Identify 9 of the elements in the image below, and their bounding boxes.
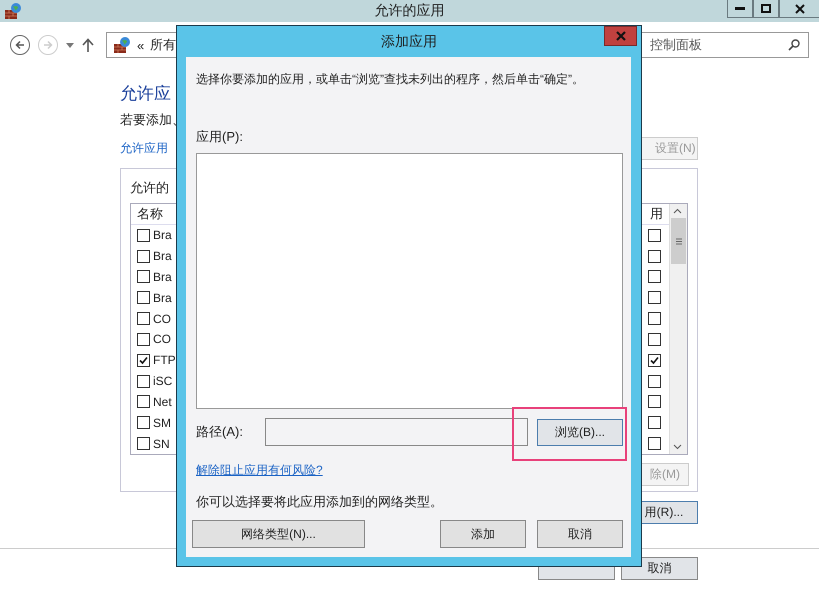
instruction-text: 选择你要添加的应用，或单击“浏览”查找未列出的程序，然后单击“确定”。 (196, 71, 585, 88)
dialog-title: 添加应用 (381, 33, 437, 51)
apps-label: 应用(P): (196, 128, 244, 146)
window-title: 允许的应用 (374, 2, 444, 20)
path-label: 路径(A): (196, 423, 243, 441)
page-heading: 允许应 (120, 83, 171, 105)
network-note: 你可以选择要将此应用添加到的网络类型。 (196, 493, 444, 511)
group-label: 允许的 (130, 179, 170, 197)
intro-text: 若要添加、 (120, 111, 185, 129)
